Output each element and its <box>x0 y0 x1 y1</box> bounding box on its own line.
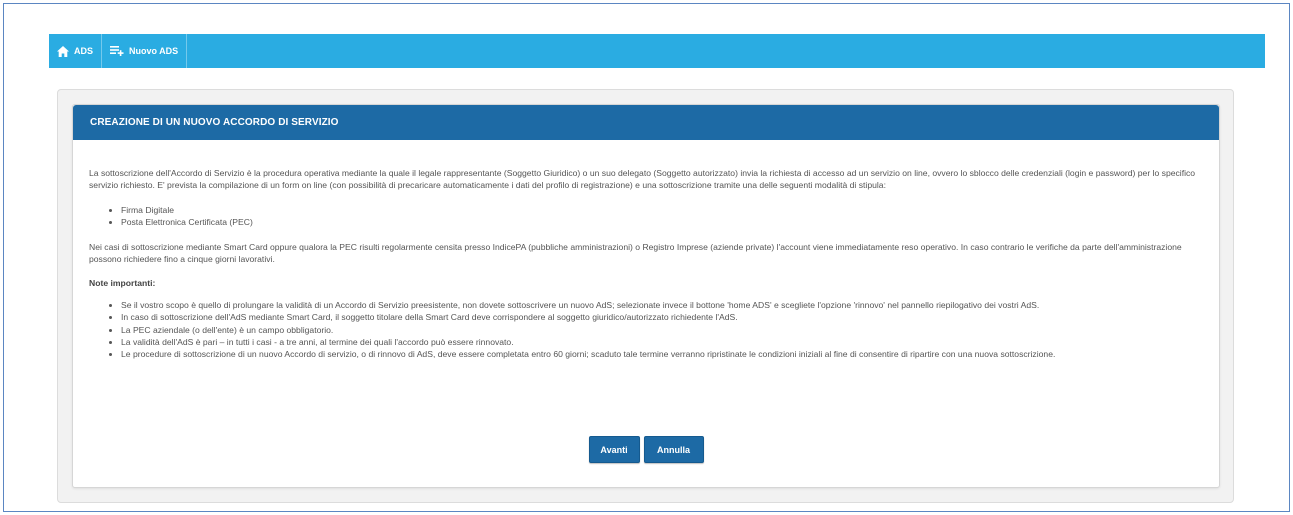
intro-text: La sottoscrizione dell'Accordo di Serviz… <box>89 168 1196 191</box>
list-add-icon <box>110 46 124 56</box>
next-button[interactable]: Avanti <box>588 436 640 463</box>
card-title: CREAZIONE DI UN NUOVO ACCORDO DI SERVIZI… <box>73 105 1219 140</box>
notes-title: Note importanti: <box>89 278 156 289</box>
list-item: La validità dell'AdS è pari – in tutti i… <box>121 336 1203 348</box>
notes-list: Se il vostro scopo è quello di prolungar… <box>121 299 1203 361</box>
home-icon <box>57 45 69 57</box>
action-buttons: Avanti Annulla <box>73 436 1219 463</box>
nav-new-ads[interactable]: Nuovo ADS <box>102 34 188 68</box>
cancel-button[interactable]: Annulla <box>643 436 704 463</box>
card-body: La sottoscrizione dell'Accordo di Serviz… <box>73 140 1219 361</box>
list-item: Se il vostro scopo è quello di prolungar… <box>121 299 1203 311</box>
top-navbar: ADS Nuovo ADS <box>49 34 1265 68</box>
activation-text: Nei casi di sottoscrizione mediante Smar… <box>89 241 1182 265</box>
list-item: Firma Digitale <box>121 204 1203 216</box>
agreement-card: CREAZIONE DI UN NUOVO ACCORDO DI SERVIZI… <box>72 104 1220 488</box>
nav-new-label: Nuovo ADS <box>129 46 179 56</box>
methods-list: Firma Digitale Posta Elettronica Certifi… <box>121 204 1203 229</box>
list-item: Le procedure di sottoscrizione di un nuo… <box>121 348 1203 360</box>
list-item: Posta Elettronica Certificata (PEC) <box>121 216 1203 228</box>
list-item: La PEC aziendale (o dell'ente) è un camp… <box>121 324 1203 336</box>
list-item: In caso di sottoscrizione dell'AdS media… <box>121 311 1203 323</box>
nav-home-ads[interactable]: ADS <box>49 34 103 68</box>
nav-home-label: ADS <box>74 46 94 56</box>
